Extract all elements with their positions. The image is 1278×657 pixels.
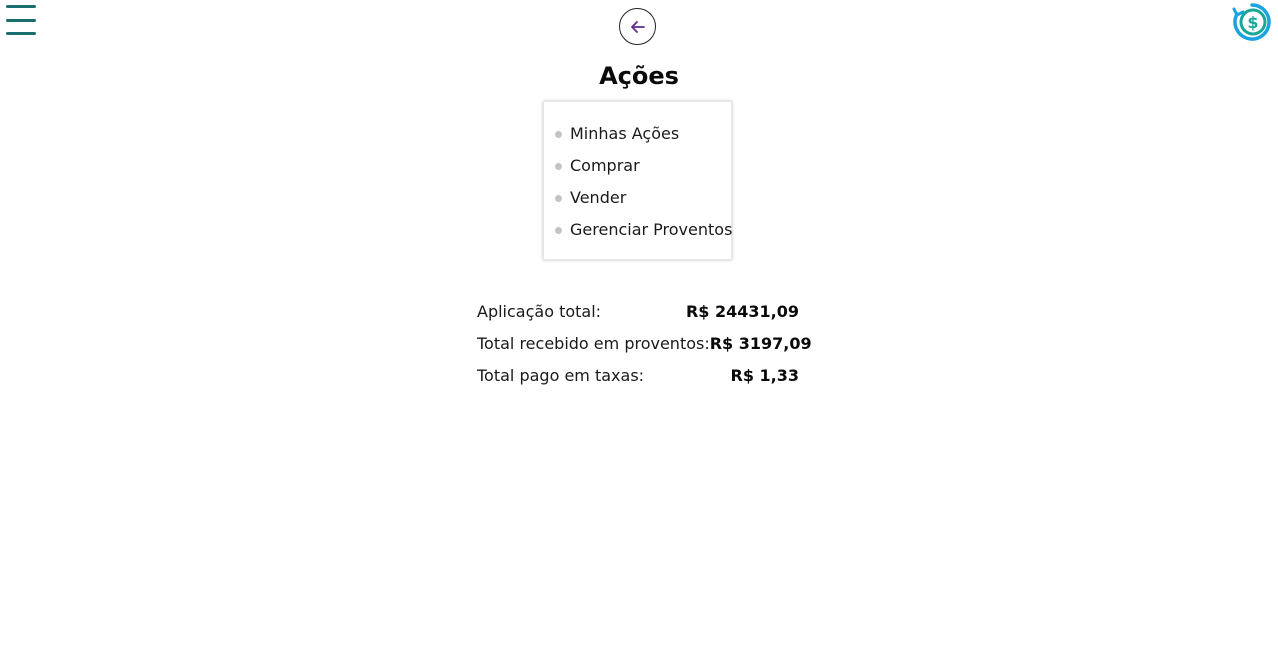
bullet-icon — [555, 131, 562, 138]
summary-value: R$ 1,33 — [730, 366, 800, 385]
menu-item-label: Gerenciar Proventos — [570, 220, 733, 239]
summary-label: Total pago em taxas: — [477, 366, 645, 385]
summary-value: R$ 24431,09 — [685, 302, 799, 321]
menu-item-minhas-acoes[interactable]: Minhas Ações — [544, 118, 731, 150]
dollar-cycle-logo-icon[interactable]: $ — [1231, 1, 1273, 43]
summary-row-aplicacao-total: Aplicação total: R$ 24431,09 — [477, 296, 799, 328]
summary-row-total-proventos: Total recebido em proventos: R$ 3197,09 — [477, 328, 812, 360]
menu-bar-bottom — [6, 32, 36, 35]
bullet-icon — [555, 163, 562, 170]
menu-item-vender[interactable]: Vender — [544, 182, 731, 214]
actions-menu-list: Minhas Ações Comprar Vender Gerenciar Pr… — [544, 102, 733, 246]
investment-summary: Aplicação total: R$ 24431,09 Total receb… — [477, 296, 812, 392]
actions-menu-card: Minhas Ações Comprar Vender Gerenciar Pr… — [543, 101, 732, 260]
page: $ Ações Minhas Ações Comprar Vender Gere… — [0, 0, 1278, 657]
menu-item-label: Minhas Ações — [570, 124, 680, 143]
bullet-icon — [555, 227, 562, 234]
summary-value: R$ 3197,09 — [709, 334, 812, 353]
summary-row-total-taxas: Total pago em taxas: R$ 1,33 — [477, 360, 799, 392]
summary-label: Total recebido em proventos: — [477, 334, 710, 353]
page-title: Ações — [599, 62, 679, 90]
menu-bar-top — [6, 5, 36, 8]
svg-text:$: $ — [1247, 13, 1258, 32]
arrow-left-icon — [630, 20, 645, 33]
back-button[interactable] — [619, 8, 656, 45]
menu-item-gerenciar-proventos[interactable]: Gerenciar Proventos — [544, 214, 733, 246]
menu-bar-middle — [6, 18, 36, 22]
bullet-icon — [555, 195, 562, 202]
hamburger-menu-icon[interactable] — [6, 5, 36, 35]
menu-item-label: Comprar — [570, 156, 640, 175]
menu-item-comprar[interactable]: Comprar — [544, 150, 731, 182]
menu-item-label: Vender — [570, 188, 627, 207]
summary-label: Aplicação total: — [477, 302, 602, 321]
